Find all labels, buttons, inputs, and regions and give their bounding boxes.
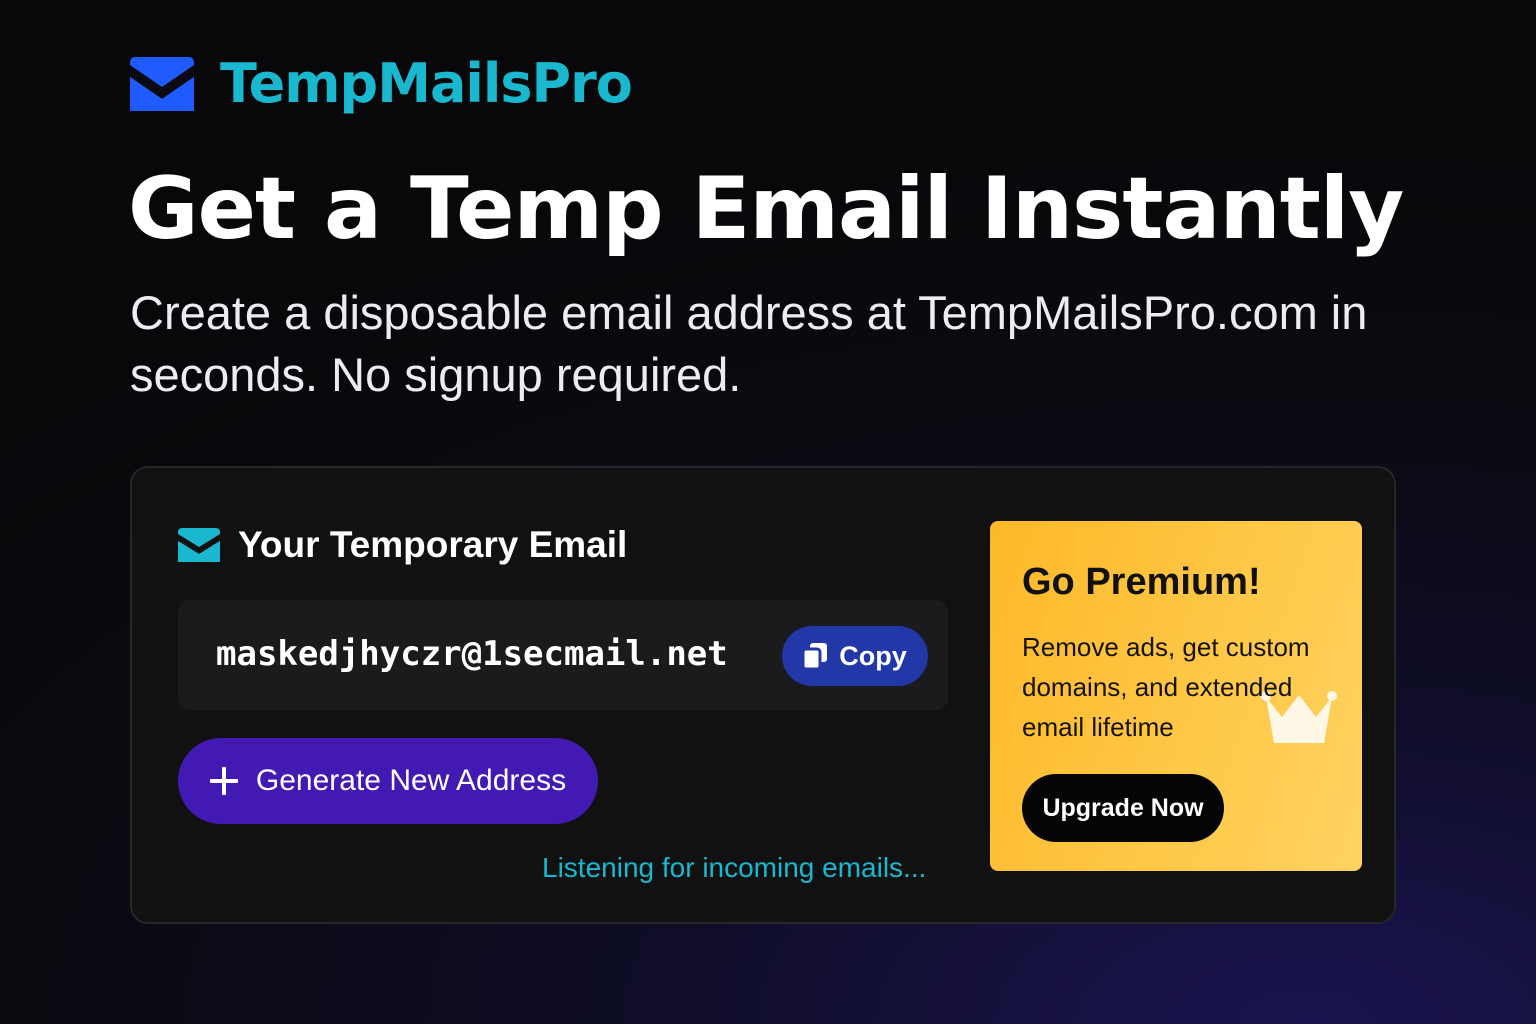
email-panel-title: Your Temporary Email <box>238 524 628 565</box>
page-subtitle: Create a disposable email address at Tem… <box>130 286 1368 401</box>
copy-button[interactable]: Copy <box>782 626 928 686</box>
brand-name: TempMailsPro <box>220 52 633 115</box>
envelope-icon <box>130 56 194 111</box>
email-address-box: maskedjhyczr@1secmail.net Copy <box>178 600 948 710</box>
copy-icon <box>803 643 828 669</box>
premium-card: Go Premium! Remove ads, get custom domai… <box>990 521 1362 871</box>
copy-button-label: Copy <box>839 640 907 671</box>
listening-status: Listening for incoming emails... <box>542 852 927 883</box>
premium-title: Go Premium! <box>1022 561 1261 603</box>
temp-email-panel: Your Temporary Email maskedjhyczr@1secma… <box>130 466 1396 924</box>
premium-description: Remove ads, get custom domains, and exte… <box>1022 632 1310 742</box>
generate-new-address-button[interactable]: Generate New Address <box>178 738 598 824</box>
generate-button-label: Generate New Address <box>255 764 567 797</box>
brand-logo[interactable]: TempMailsPro <box>130 52 633 115</box>
upgrade-now-button[interactable]: Upgrade Now <box>1022 774 1224 842</box>
plus-icon <box>209 767 238 795</box>
email-address[interactable]: maskedjhyczr@1secmail.net <box>216 634 728 674</box>
envelope-icon <box>178 528 220 562</box>
email-panel-header: Your Temporary Email <box>178 524 627 566</box>
page-title: Get a Temp Email Instantly <box>128 159 1404 259</box>
